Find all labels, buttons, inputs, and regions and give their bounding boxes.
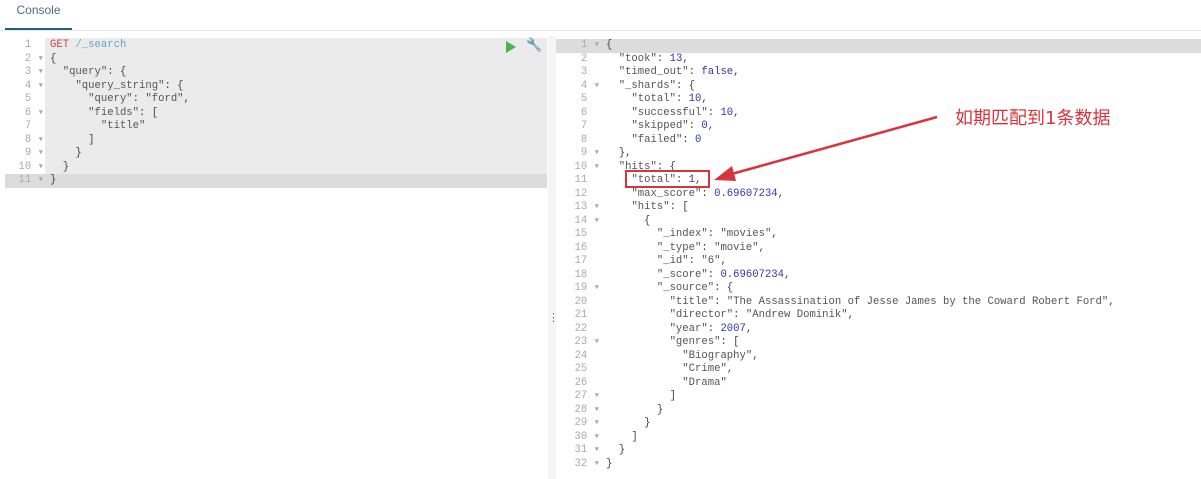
annotation-arrow (714, 115, 938, 181)
annotation-text: 如期匹配到1条数据 (955, 108, 1111, 129)
